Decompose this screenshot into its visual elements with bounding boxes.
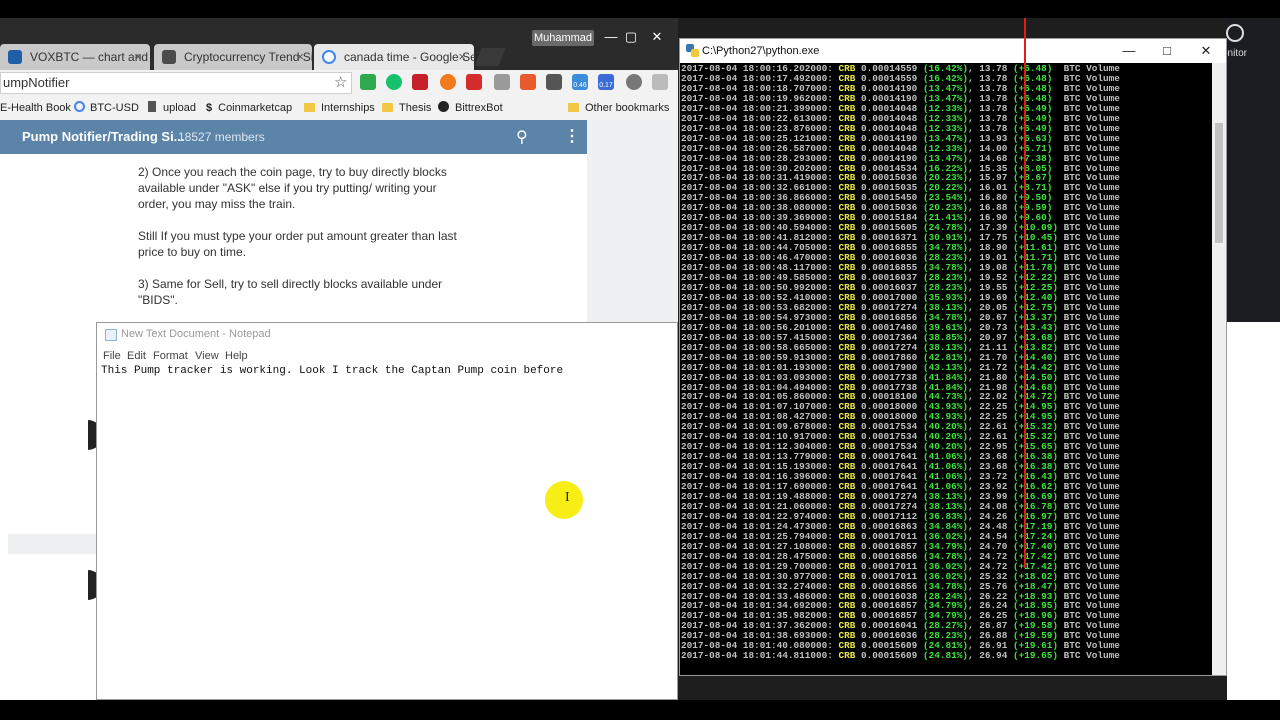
python-icon [686, 44, 699, 57]
channel-title[interactable]: Pump Notifier/Trading Si... [22, 129, 185, 144]
extension-icon[interactable] [494, 74, 510, 90]
ibeam-cursor-icon: I [565, 490, 570, 505]
tab-crypto-trend[interactable]: Cryptocurrency Trend Si × [154, 44, 312, 70]
bookmark-thesis[interactable]: Thesis [382, 100, 431, 116]
search-icon[interactable]: ⚲ [516, 127, 528, 147]
bottom-band [0, 700, 1280, 720]
adblock-icon[interactable] [412, 74, 428, 90]
dollar-icon: $ [206, 102, 213, 114]
minimize-icon[interactable]: — [1118, 41, 1140, 61]
tab-voxbtc[interactable]: VOXBTC — chart and qu × [0, 44, 150, 70]
bookmark-coinmarketcap[interactable]: $ Coinmarketcap [206, 100, 292, 116]
bookmark-upload[interactable]: upload [148, 100, 196, 116]
message-paragraph: 3) Same for Sell, try to sell directly b… [138, 277, 443, 307]
close-icon[interactable]: × [134, 44, 142, 70]
shield-extension-icon[interactable] [360, 74, 376, 90]
maximize-icon[interactable]: □ [1156, 41, 1178, 61]
message-text: 2) Once you reach the coin page, try to … [138, 164, 458, 324]
notepad-window: New Text Document - Notepad File Edit Fo… [96, 322, 678, 700]
minimize-icon[interactable]: — [600, 28, 622, 46]
address-bar[interactable]: umpNotifier [0, 72, 352, 94]
text-editor[interactable]: This Pump tracker is working. Look I tra… [101, 365, 563, 377]
bookmark-ehealth[interactable]: E-Health Book [0, 100, 71, 116]
console-line: 2017-08-04 18:01:44.811000: CRB 0.000156… [681, 650, 1120, 662]
monitor-app-icon[interactable] [1226, 24, 1244, 42]
window-title: C:\Python27\python.exe [702, 45, 820, 57]
extension-icon[interactable] [440, 74, 456, 90]
folder-icon [568, 103, 579, 112]
page-icon [148, 101, 156, 112]
bookmark-btc-usd[interactable]: BTC-USD [74, 100, 139, 116]
bookmarks-bar: E-Health Book BTC-USD upload $ Coinmarket… [0, 96, 678, 121]
console-titlebar: C:\Python27\python.exe — □ ✕ [680, 39, 1226, 63]
window-title: New Text Document - Notepad [121, 328, 271, 340]
github-icon [438, 101, 449, 112]
python-console-window: C:\Python27\python.exe — □ ✕ 2017-08-04 … [679, 38, 1227, 676]
extension-icon[interactable] [546, 74, 562, 90]
cursor-highlight [545, 481, 583, 519]
menu-bar: File Edit Format View Help [97, 347, 677, 365]
tradingview-icon [8, 50, 22, 64]
scrollbar-thumb[interactable] [1215, 123, 1223, 243]
member-count: 18527 members [178, 130, 265, 144]
grammarly-icon[interactable] [386, 74, 402, 90]
price-badge-icon[interactable]: 0.17 [598, 74, 614, 90]
new-tab-button[interactable] [474, 48, 506, 66]
background-page [1227, 322, 1280, 700]
google-icon [322, 50, 336, 64]
tab-label: canada time - Google Se [344, 50, 474, 64]
more-menu-icon[interactable]: ⋮ [564, 126, 580, 146]
folder-icon [304, 103, 315, 112]
console-output[interactable]: 2017-08-04 18:00:16.202000: CRB 0.000145… [680, 64, 1212, 674]
menu-edit[interactable]: Edit [127, 350, 146, 362]
profile-badge[interactable]: Muhammad [532, 30, 594, 46]
extension-icon[interactable] [652, 74, 668, 90]
chrome-tabstrip: VOXBTC — chart and qu × Cryptocurrency T… [0, 18, 678, 70]
menu-help[interactable]: Help [225, 350, 248, 362]
settings-icon[interactable] [626, 74, 642, 90]
desktop-background [1227, 18, 1280, 322]
folder-icon [382, 103, 393, 112]
notepad-icon [105, 329, 117, 341]
close-icon[interactable]: × [458, 44, 466, 70]
cors-icon[interactable] [466, 74, 482, 90]
google-icon [74, 101, 85, 112]
bookmark-internships[interactable]: Internships [304, 100, 375, 116]
tab-label: Cryptocurrency Trend Si [184, 50, 312, 64]
message-paragraph: 2) Once you reach the coin page, try to … [138, 165, 447, 211]
bookmark-star-icon[interactable]: ☆ [334, 73, 347, 91]
bookmark-other[interactable]: Other bookmarks [568, 100, 669, 116]
channel-header: Pump Notifier/Trading Si... 18527 member… [0, 120, 587, 154]
extension-icon[interactable] [520, 74, 536, 90]
tab-google-search[interactable]: canada time - Google Se × [314, 44, 474, 70]
toolbar: umpNotifier ☆ 0.46 0.17 [0, 70, 678, 96]
tab-label: VOXBTC — chart and qu [30, 50, 150, 64]
menu-view[interactable]: View [195, 350, 219, 362]
page-icon [162, 50, 176, 64]
close-icon[interactable]: × [296, 44, 304, 70]
red-marker-line [1024, 18, 1026, 568]
price-badge-icon[interactable]: 0.46 [572, 74, 588, 90]
message-paragraph: Still If you must type your order put am… [138, 229, 457, 259]
top-band [0, 0, 1280, 18]
maximize-icon[interactable]: ▢ [620, 28, 642, 46]
close-window-icon[interactable]: ✕ [1195, 41, 1217, 61]
menu-format[interactable]: Format [153, 350, 188, 362]
menu-file[interactable]: File [103, 350, 121, 362]
bookmark-bittrexbot[interactable]: BittrexBot [438, 100, 503, 116]
close-window-icon[interactable]: ✕ [646, 28, 668, 46]
